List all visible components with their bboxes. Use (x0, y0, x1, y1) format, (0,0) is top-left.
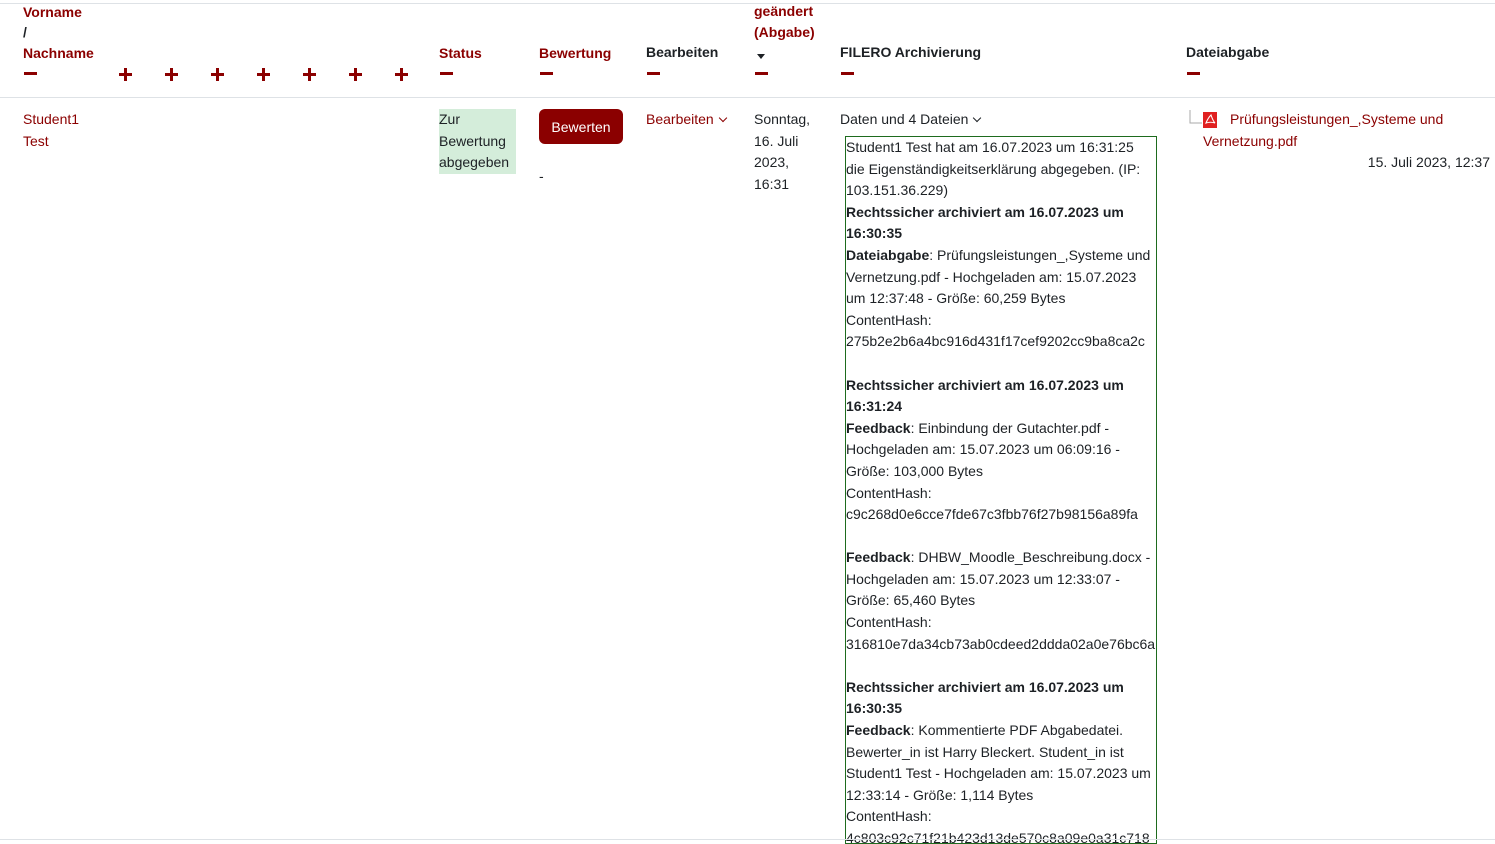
chevron-down-icon (973, 113, 982, 123)
filero-entry: Dateiabgabe: Prüfungsleistungen_,Systeme… (846, 245, 1156, 310)
header-divider (0, 97, 1495, 98)
table-bottom-border (0, 839, 1495, 840)
collapse-modified-icon[interactable] (755, 72, 768, 75)
expand-column-icon[interactable] (395, 68, 408, 81)
header-name-separator: / (23, 24, 27, 40)
header-lastname-link[interactable]: Nachname (23, 43, 94, 64)
filero-toggle[interactable]: Daten und 4 Dateien (840, 109, 982, 131)
file-link[interactable]: Prüfungsleistungen_,Systeme und (1230, 109, 1443, 131)
modified-line: 16:31 (754, 175, 790, 192)
expand-column-icon[interactable] (257, 68, 270, 81)
file-upload-date: 15. Juli 2023, 12:37 (1367, 154, 1490, 170)
filero-entry: Rechtssicher archiviert am 16.07.2023 um… (846, 677, 1156, 720)
edit-menu-label: Bearbeiten (646, 111, 714, 127)
filero-entry: Student1 Test hat am 16.07.2023 um 16:31… (846, 139, 1141, 199)
filero-entry-label: Feedback (846, 549, 911, 566)
filero-spacer (846, 526, 1156, 548)
filero-entry-label: Feedback (846, 722, 911, 739)
header-modified-sub[interactable]: (Abgabe) (754, 22, 815, 43)
expand-column-icon[interactable] (165, 68, 178, 81)
pdf-file-icon (1203, 112, 1217, 128)
collapse-fileupload-icon[interactable] (1187, 72, 1200, 75)
file-link-cont[interactable]: Vernetzung.pdf (1203, 131, 1297, 153)
filero-entry: Feedback: Einbindung der Gutachter.pdf -… (846, 418, 1156, 483)
expand-column-icon[interactable] (119, 68, 132, 81)
student-lastname-link[interactable]: Test (23, 131, 49, 153)
filero-details-panel: Student1 Test hat am 16.07.2023 um 16:31… (845, 136, 1157, 844)
header-modified-link[interactable]: geändert (754, 1, 813, 22)
status-badge: Zur Bewertung abgegeben (439, 109, 516, 174)
header-fileupload: Dateiabgabe (1186, 44, 1270, 60)
filero-spacer (846, 353, 1156, 375)
status-line: Zur (439, 111, 460, 127)
chevron-down-icon (718, 113, 727, 123)
status-line: abgegeben (439, 154, 510, 170)
status-line: Bewertung (439, 132, 506, 149)
modified-line: 16. Juli (754, 132, 799, 149)
filero-entry: ContentHash: (846, 484, 932, 501)
filero-entry: ContentHash: (846, 311, 932, 328)
header-status-link[interactable]: Status (439, 43, 482, 64)
collapse-edit-icon[interactable] (647, 72, 660, 75)
grade-button[interactable]: Bewerten (539, 109, 623, 144)
filero-entry: 275b2e2b6a4bc916d431f17cef9202cc9ba8ca2c (846, 333, 1145, 350)
filero-entry-label: Dateiabgabe (846, 246, 930, 263)
filero-entry: c9c268d0e6cce7fde67c3fbb76f27b98156a89fa (846, 506, 1138, 523)
modified-line: Sonntag, (754, 111, 811, 127)
expand-column-icon[interactable] (303, 68, 316, 81)
filero-entry: Feedback: Kommentierte PDF Abgabedatei. … (846, 720, 1156, 806)
filero-entry: Rechtssicher archiviert am 16.07.2023 um… (846, 202, 1156, 245)
filero-archive-heading: Rechtssicher archiviert am 16.07.2023 um… (846, 203, 1124, 242)
filero-entry-label: Feedback (846, 419, 911, 436)
student-firstname-link[interactable]: Student1 (23, 109, 79, 131)
tree-connector (1189, 110, 1202, 124)
filero-toggle-label: Daten und 4 Dateien (840, 111, 969, 127)
filero-archive-heading: Rechtssicher archiviert am 16.07.2023 um… (846, 678, 1124, 717)
filero-entry: Rechtssicher archiviert am 16.07.2023 um… (846, 375, 1156, 418)
table-top-border (0, 3, 1495, 4)
collapse-filero-icon[interactable] (841, 72, 854, 75)
expand-column-icon[interactable] (211, 68, 224, 81)
filero-archive-heading: Rechtssicher archiviert am 16.07.2023 um… (846, 376, 1124, 415)
header-filero: FILERO Archivierung (840, 44, 982, 60)
header-edit: Bearbeiten (646, 44, 719, 60)
grade-value: - (539, 168, 544, 184)
modified-line: 2023, (754, 154, 790, 170)
filero-spacer (846, 655, 1156, 677)
collapse-name-icon[interactable] (24, 72, 37, 75)
edit-menu[interactable]: Bearbeiten (646, 109, 727, 131)
expand-column-icon[interactable] (349, 68, 362, 81)
collapse-grade-icon[interactable] (540, 72, 553, 75)
modified-date: Sonntag, 16. Juli 2023, 16:31 (754, 109, 824, 195)
filero-entry: 316810e7da34cb73ab0cdeed2ddda02a0e76bc6a (846, 635, 1156, 652)
filero-entry: ContentHash: (846, 614, 932, 631)
header-firstname-link[interactable]: Vorname (23, 2, 82, 23)
sort-desc-icon[interactable] (757, 54, 765, 59)
filero-entry: ContentHash: (846, 808, 932, 825)
header-grade-link[interactable]: Bewertung (539, 43, 611, 64)
collapse-status-icon[interactable] (440, 72, 453, 75)
filero-entry: Feedback: DHBW_Moodle_Beschreibung.docx … (846, 547, 1156, 612)
